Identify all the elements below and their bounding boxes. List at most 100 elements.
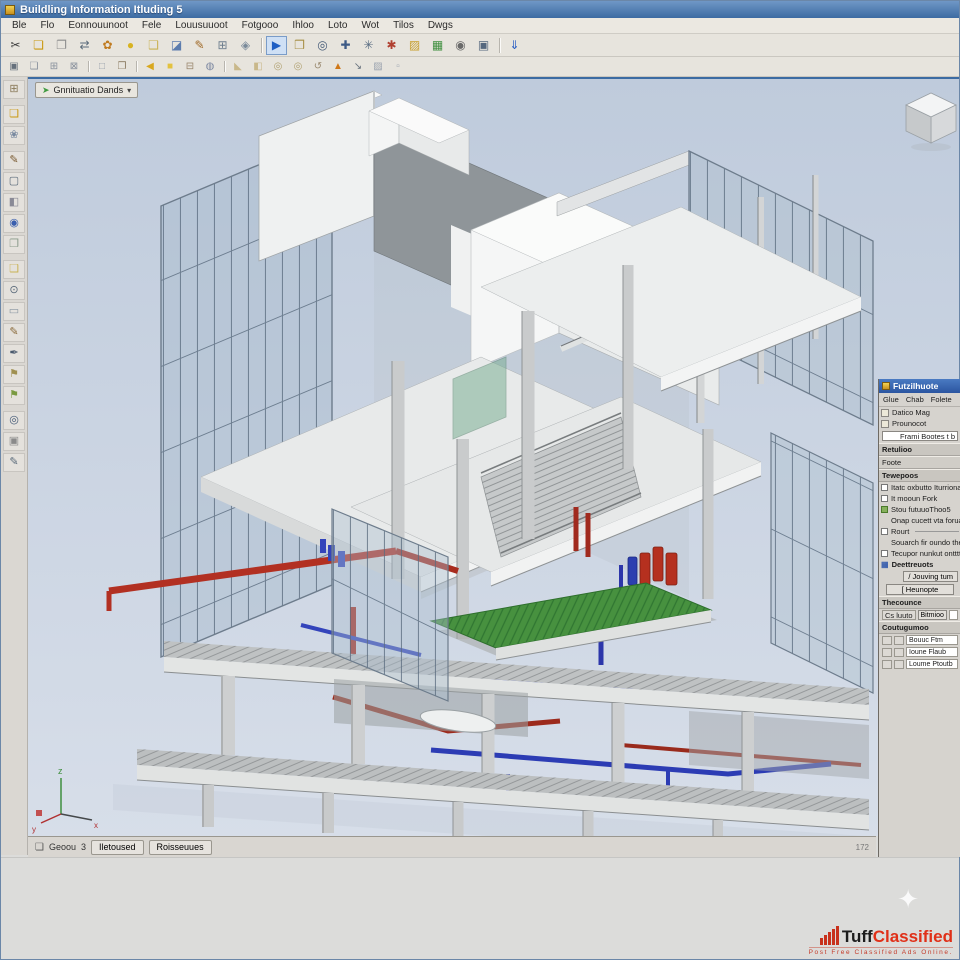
open-folder-icon[interactable]: ❏ — [28, 36, 49, 55]
swap-arrows-icon[interactable]: ⇄ — [74, 36, 95, 55]
image-icon[interactable]: ▨ — [404, 36, 425, 55]
checkbox[interactable] — [881, 506, 888, 513]
menu-item[interactable]: Dwgs — [421, 20, 460, 31]
flag-green-icon[interactable]: ⚑ — [3, 386, 25, 405]
viewport-3d[interactable]: z x y ➤ Gnnituatio Dands ▾ — [28, 77, 959, 836]
dot-small-icon[interactable]: ▫ — [389, 59, 407, 74]
tab-reissues[interactable]: Roisseuues — [149, 840, 212, 855]
pan-move-icon[interactable]: ✚ — [335, 36, 356, 55]
hatch-grid-icon[interactable]: ▨ — [369, 59, 387, 74]
ink-pen-icon[interactable]: ✒ — [3, 344, 25, 363]
box-3d-icon[interactable]: ◈ — [235, 36, 256, 55]
frame-a-icon[interactable]: ⊞ — [45, 59, 63, 74]
tag-box-icon[interactable]: ■ — [161, 59, 179, 74]
section-header-templates[interactable]: Tewepoos — [879, 469, 960, 482]
flag-tool-icon[interactable]: ⚑ — [3, 365, 25, 384]
constraint-label[interactable]: Ioune Flaub — [906, 647, 958, 657]
panel-link-row[interactable]: Prounocot — [879, 418, 960, 429]
pencil-icon[interactable]: ✎ — [189, 36, 210, 55]
light-bulb-icon[interactable]: ◉ — [3, 214, 25, 233]
menu-item[interactable]: Fotgooo — [235, 20, 286, 31]
zoom-window-icon[interactable]: ▣ — [473, 36, 494, 55]
sheet-copy-icon[interactable]: ❐ — [113, 59, 131, 74]
duplicate-sheets-icon[interactable]: ❐ — [3, 235, 25, 254]
render-sphere-icon[interactable]: ● — [120, 36, 141, 55]
component-box-icon[interactable]: ◧ — [3, 193, 25, 212]
sheet-blank-icon[interactable]: ▭ — [3, 302, 25, 321]
small-grid-icon[interactable]: ▣ — [5, 59, 23, 74]
measure-b-icon[interactable]: ◎ — [289, 59, 307, 74]
resource-input[interactable] — [949, 610, 958, 620]
panel-menu-item[interactable]: Folete — [931, 395, 952, 404]
panel-titlebar[interactable]: Futzilhuote — [879, 379, 960, 393]
zoom-icon[interactable]: ◎ — [312, 36, 333, 55]
steering-wheel-icon[interactable]: ◉ — [450, 36, 471, 55]
history-clock-icon[interactable]: ⊙ — [3, 281, 25, 300]
constraint-label[interactable]: Bouuc Ftm — [906, 635, 958, 645]
layer-combo-icon[interactable]: ❏ — [25, 59, 43, 74]
hatch-corner-icon[interactable]: ◣ — [229, 59, 247, 74]
ruler-sheet-icon[interactable]: ⊟ — [181, 59, 199, 74]
menu-item[interactable]: Ihloo — [285, 20, 321, 31]
section-header-resources[interactable]: Thecounce — [879, 596, 960, 609]
resource-button[interactable]: Bitmioo — [918, 610, 947, 620]
point-cloud-icon[interactable]: ✱ — [381, 36, 402, 55]
document-yellow-icon[interactable]: ❑ — [3, 260, 25, 279]
constraint-cell[interactable] — [894, 648, 904, 657]
constraint-cell[interactable] — [882, 660, 892, 669]
checkbox[interactable] — [881, 495, 888, 502]
copy-icon[interactable]: ❐ — [51, 36, 72, 55]
checkbox[interactable] — [881, 484, 888, 491]
menu-item[interactable]: Wot — [354, 20, 386, 31]
measure-a-icon[interactable]: ◎ — [269, 59, 287, 74]
cut-icon[interactable]: ✂ — [5, 36, 26, 55]
section-header[interactable]: Retulioo — [879, 443, 960, 456]
constraint-cell[interactable] — [894, 660, 904, 669]
panel-link-row[interactable]: Datico Mag — [879, 407, 960, 418]
printer-box-icon[interactable]: ⊞ — [3, 80, 25, 99]
panel-menu-item[interactable]: Chab — [906, 395, 924, 404]
menu-item[interactable]: Tilos — [386, 20, 421, 31]
rectangle-tool-icon[interactable]: ▢ — [3, 172, 25, 191]
schedule-grid-icon[interactable]: ▦ — [427, 36, 448, 55]
grid-icon[interactable]: ⊞ — [212, 36, 233, 55]
eraser-icon[interactable]: ◪ — [166, 36, 187, 55]
checkbox[interactable] — [881, 528, 888, 535]
edit-slash-icon[interactable]: ✎ — [3, 453, 25, 472]
panel-button-2[interactable]: [ Heunopte — [886, 584, 954, 595]
fill-bucket-icon[interactable]: ▲ — [329, 59, 347, 74]
blank-box-icon[interactable]: □ — [93, 59, 111, 74]
tag-left-icon[interactable]: ◀ — [141, 59, 159, 74]
paste-icon[interactable]: ❒ — [289, 36, 310, 55]
project-folder-icon[interactable]: ❏ — [3, 105, 25, 124]
download-arrow-icon[interactable]: ⇓ — [504, 36, 525, 55]
requirements-row[interactable]: ▦ Deettreuots — [879, 559, 960, 570]
checkbox[interactable] — [881, 550, 888, 557]
hatch-half-icon[interactable]: ◧ — [249, 59, 267, 74]
play-icon[interactable]: ▶ — [266, 36, 287, 55]
tab-itemised[interactable]: Iletoused — [91, 840, 144, 855]
menu-item[interactable]: Loto — [321, 20, 354, 31]
menu-item[interactable]: Eonnouunoot — [61, 20, 135, 31]
panel-menu-item[interactable]: Glue — [883, 395, 899, 404]
paint-brush-icon[interactable]: ✿ — [97, 36, 118, 55]
globe-icon[interactable]: ◍ — [201, 59, 219, 74]
note-box-icon[interactable]: ▣ — [3, 432, 25, 451]
constraint-label[interactable]: Loume Ptoutb — [906, 659, 958, 669]
panel-button-1[interactable]: / Jouving tum — [903, 571, 958, 582]
titlebar[interactable]: Buildling Information Itluding 5 — [1, 1, 959, 18]
arrow-se-icon[interactable]: ↘ — [349, 59, 367, 74]
constraint-cell[interactable] — [882, 648, 892, 657]
menu-item[interactable]: Flo — [33, 20, 61, 31]
magnifier-icon[interactable]: ◎ — [3, 411, 25, 430]
constraint-cell[interactable] — [894, 636, 904, 645]
edit-pencil-icon[interactable]: ✎ — [3, 323, 25, 342]
section-header-constraints[interactable]: Coutugumoo — [879, 621, 960, 634]
menu-item[interactable]: Fele — [135, 20, 168, 31]
rotate-tool-icon[interactable]: ↺ — [309, 59, 327, 74]
constraint-cell[interactable] — [882, 636, 892, 645]
render-flower-icon[interactable]: ❀ — [3, 126, 25, 145]
menu-item[interactable]: Ble — [5, 20, 33, 31]
name-field[interactable]: Frami Bootes t b — [882, 431, 958, 441]
zoom-extents-icon[interactable]: ✳ — [358, 36, 379, 55]
